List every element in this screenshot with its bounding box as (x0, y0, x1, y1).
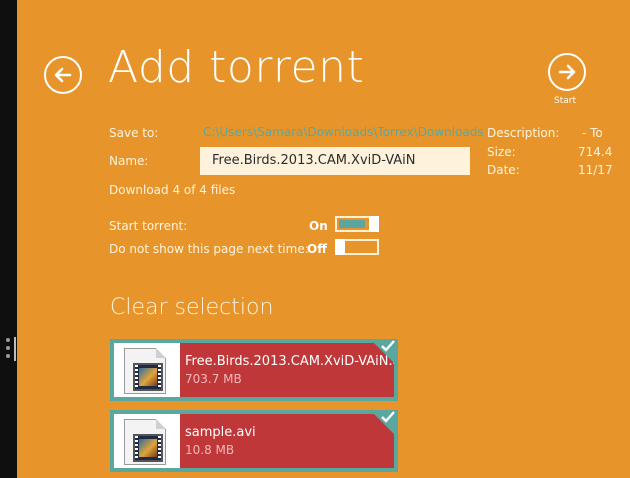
date-value: 11/17 (578, 163, 613, 177)
no-show-toggle[interactable] (335, 239, 379, 255)
splitter-handle[interactable] (14, 337, 16, 361)
video-file-icon (124, 419, 166, 465)
file-name: sample.avi (185, 425, 256, 440)
checkmark-icon (381, 411, 395, 423)
no-show-label: Do not show this page next time: (109, 242, 309, 256)
page-title: Add torrent (108, 42, 365, 93)
file-thumbnail (114, 343, 180, 397)
back-button[interactable] (44, 56, 82, 94)
file-item[interactable]: Free.Birds.2013.CAM.XviD-VAiN.avi 703.7 … (110, 339, 398, 401)
splitter-grip-icon[interactable] (6, 338, 10, 362)
file-item[interactable]: sample.avi 10.8 MB (110, 410, 398, 472)
description-label: Description: (487, 126, 560, 140)
video-file-icon (124, 348, 166, 394)
start-button[interactable] (548, 53, 586, 91)
file-name: Free.Birds.2013.CAM.XviD-VAiN.avi (185, 354, 394, 369)
file-size: 703.7 MB (185, 372, 242, 386)
file-thumbnail (114, 414, 180, 468)
start-torrent-toggle[interactable] (335, 216, 379, 232)
no-show-state: Off (307, 242, 327, 256)
start-torrent-label: Start torrent: (109, 219, 188, 233)
name-field[interactable]: Free.Birds.2013.CAM.XviD-VAiN (200, 147, 470, 175)
save-to-path-link[interactable]: C:\Users\Samara\Downloads\Torrex\Downloa… (203, 125, 484, 139)
date-label: Date: (487, 163, 520, 177)
description-value: - To (582, 126, 603, 140)
app-switcher-edge (0, 0, 17, 478)
start-label: Start (554, 96, 576, 106)
file-size: 10.8 MB (185, 443, 235, 457)
save-to-label: Save to: (109, 126, 159, 140)
forward-arrow-icon (558, 64, 576, 80)
toggle-thumb[interactable] (369, 216, 379, 232)
size-label: Size: (487, 145, 516, 159)
file-tile: sample.avi 10.8 MB (114, 414, 394, 468)
start-torrent-state: On (309, 219, 328, 233)
toggle-thumb[interactable] (335, 239, 345, 255)
toggle-fill (339, 220, 365, 228)
clear-selection-link[interactable]: Clear selection (110, 295, 273, 320)
files-count-text: Download 4 of 4 files (109, 183, 236, 197)
size-value: 714.4 (578, 145, 613, 159)
file-tile: Free.Birds.2013.CAM.XviD-VAiN.avi 703.7 … (114, 343, 394, 397)
name-label: Name: (109, 154, 149, 168)
back-arrow-icon (54, 67, 72, 83)
checkmark-icon (381, 340, 395, 352)
